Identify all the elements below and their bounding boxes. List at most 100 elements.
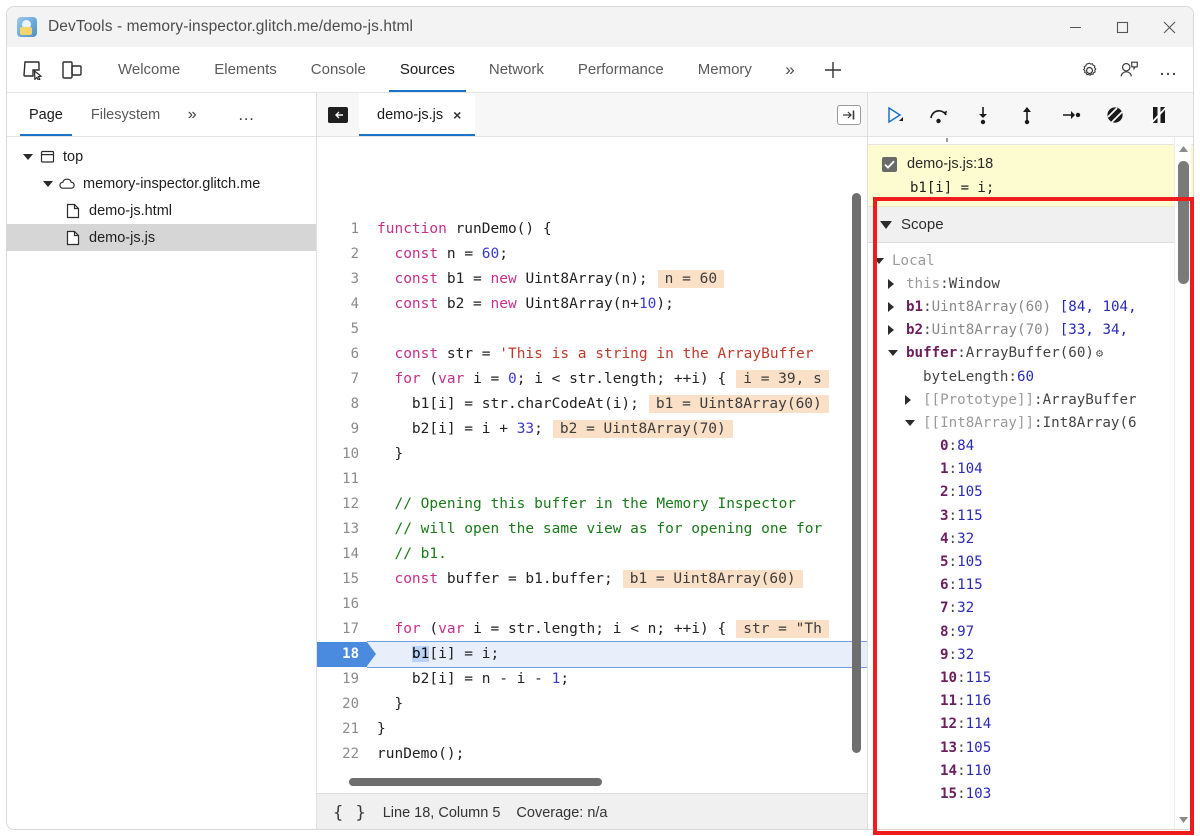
line-number[interactable]: 7 [317, 367, 367, 392]
twisty-collapsed-icon[interactable] [905, 394, 923, 405]
scope-row[interactable]: 15: 103 [868, 782, 1193, 805]
line-number[interactable]: 17 [317, 617, 367, 642]
line-number[interactable]: 8 [317, 392, 367, 417]
twisty-collapsed-icon[interactable] [888, 301, 906, 312]
scope-row[interactable]: [[Int8Array]]: Int8Array(6 [868, 411, 1193, 434]
line-number[interactable]: 3 [317, 267, 367, 292]
scope-row[interactable]: 2: 105 [868, 481, 1193, 504]
scope-header[interactable]: Scope [868, 207, 1193, 243]
line-number[interactable]: 5 [317, 317, 367, 342]
twisty-expanded-icon[interactable] [19, 153, 36, 160]
editor-vertical-scrollbar[interactable] [852, 193, 861, 753]
scope-row[interactable]: 14: 110 [868, 759, 1193, 782]
scope-row[interactable]: 11: 116 [868, 690, 1193, 713]
twisty-expanded-icon[interactable] [905, 419, 923, 426]
line-number[interactable]: 9 [317, 417, 367, 442]
code-line[interactable]: 2 const n = 60; [317, 242, 867, 267]
scope-row[interactable]: b2: Uint8Array(70) [33, 34, [868, 319, 1193, 342]
scope-row[interactable]: 10: 115 [868, 666, 1193, 689]
step-over-icon[interactable] [918, 97, 960, 133]
step-icon[interactable] [1050, 97, 1092, 133]
scope-row[interactable]: Local [868, 249, 1193, 272]
scope-row[interactable]: 0: 84 [868, 435, 1193, 458]
debugger-scrollbar[interactable] [1174, 137, 1191, 829]
code-line[interactable]: 13 // will open the same view as for ope… [317, 517, 867, 542]
twisty-expanded-icon[interactable] [888, 350, 906, 357]
line-number[interactable]: 4 [317, 292, 367, 317]
tab-performance[interactable]: Performance [561, 47, 681, 92]
tree-item-demo-js-js[interactable]: demo-js.js [7, 224, 316, 251]
navigator-tab-filesystem[interactable]: Filesystem [77, 93, 174, 136]
scope-row[interactable]: b1: Uint8Array(60) [84, 104, [868, 295, 1193, 318]
close-icon[interactable] [1146, 7, 1193, 47]
code-line-current[interactable]: 18 b1[i] = i; [317, 641, 867, 668]
step-out-icon[interactable] [1006, 97, 1048, 133]
code-line[interactable]: 4 const b2 = new Uint8Array(n+10); [317, 292, 867, 317]
more-tabs-icon[interactable]: » [769, 47, 811, 92]
debugger-scrollbar-thumb[interactable] [1178, 161, 1189, 284]
device-toolbar-icon[interactable] [53, 47, 91, 92]
line-number[interactable]: 13 [317, 517, 367, 542]
code-line[interactable]: 9 b2[i] = i + 33; b2 = Uint8Array(70) [317, 417, 867, 442]
code-line[interactable]: 21} [317, 717, 867, 742]
show-navigator-icon[interactable] [317, 93, 359, 136]
twisty-collapsed-icon[interactable] [888, 325, 906, 336]
tab-welcome[interactable]: Welcome [101, 47, 197, 92]
close-icon[interactable]: × [453, 107, 461, 123]
scope-row[interactable]: [[Prototype]]: ArrayBuffer [868, 388, 1193, 411]
code-line[interactable]: 15 const buffer = b1.buffer; b1 = Uint8Ar… [317, 567, 867, 592]
line-number[interactable]: 15 [317, 567, 367, 592]
scope-row[interactable]: 3: 115 [868, 504, 1193, 527]
breakpoint-checkbox[interactable] [882, 156, 897, 172]
navigator-more-tabs-icon[interactable]: » [174, 93, 210, 136]
tab-network[interactable]: Network [472, 47, 561, 92]
code-line[interactable]: 6 const str = 'This is a string in the A… [317, 342, 867, 367]
gear-icon[interactable] [1069, 47, 1109, 93]
scope-row[interactable]: 4: 32 [868, 527, 1193, 550]
code-line[interactable]: 8 b1[i] = str.charCodeAt(i); b1 = Uint8Ar… [317, 392, 867, 417]
twisty-collapsed-icon[interactable] [888, 278, 906, 289]
editor-horizontal-scrollbar[interactable] [349, 778, 602, 786]
scope-row[interactable]: this: Window [868, 272, 1193, 295]
tab-memory[interactable]: Memory [681, 47, 769, 92]
tab-elements[interactable]: Elements [197, 47, 294, 92]
scope-row[interactable]: 7: 32 [868, 597, 1193, 620]
code-editor[interactable]: 1 function runDemo() {2 const n = 60; 3 co… [317, 137, 867, 771]
step-into-icon[interactable] [962, 97, 1004, 133]
tree-item-top[interactable]: top [7, 143, 316, 170]
code-line[interactable]: 19 b2[i] = n - i - 1; [317, 667, 867, 692]
code-line[interactable]: 7 for (var i = 0; i < str.length; ++i) {… [317, 367, 867, 392]
code-line[interactable]: 22 runDemo(); [317, 742, 867, 767]
breakpoint-item[interactable]: demo-js.js:18 b1[i] = i; [868, 145, 1193, 207]
line-number[interactable]: 2 [317, 242, 367, 267]
scope-row[interactable]: byteLength: 60 [868, 365, 1193, 388]
tab-sources[interactable]: Sources [383, 47, 472, 92]
add-tab-icon[interactable] [811, 47, 855, 92]
scope-row[interactable]: 12: 114 [868, 713, 1193, 736]
scope-row[interactable]: 9: 32 [868, 643, 1193, 666]
twisty-expanded-icon[interactable] [874, 257, 892, 264]
line-number[interactable]: 22 [317, 742, 367, 767]
tab-console[interactable]: Console [294, 47, 383, 92]
open-in-new-panel-icon[interactable] [837, 105, 861, 125]
line-number[interactable]: 12 [317, 492, 367, 517]
twisty-expanded-icon[interactable] [880, 220, 892, 229]
minimize-icon[interactable] [1052, 7, 1099, 47]
feedback-icon[interactable] [1109, 47, 1149, 93]
tree-item-demo-js-html[interactable]: demo-js.html [7, 197, 316, 224]
scope-row[interactable]: 5: 105 [868, 550, 1193, 573]
code-line[interactable]: 17 for (var i = str.length; i < n; ++i) … [317, 617, 867, 642]
maximize-icon[interactable] [1099, 7, 1146, 47]
code-line[interactable]: 10 } [317, 442, 867, 467]
code-line[interactable]: 20 } [317, 692, 867, 717]
pause-on-exceptions-icon[interactable] [1138, 97, 1180, 133]
memory-inspector-gear-icon[interactable]: ⚙ [1096, 346, 1103, 360]
line-number[interactable]: 16 [317, 592, 367, 617]
scope-row[interactable]: 13: 105 [868, 736, 1193, 759]
code-line[interactable]: 16 [317, 592, 867, 617]
navigator-more-options-icon[interactable]: … [224, 93, 268, 136]
code-line[interactable]: 5 [317, 317, 867, 342]
code-line[interactable]: 14 // b1. [317, 542, 867, 567]
code-line[interactable]: 12 // Opening this buffer in the Memory … [317, 492, 867, 517]
navigator-tab-page[interactable]: Page [15, 93, 77, 136]
